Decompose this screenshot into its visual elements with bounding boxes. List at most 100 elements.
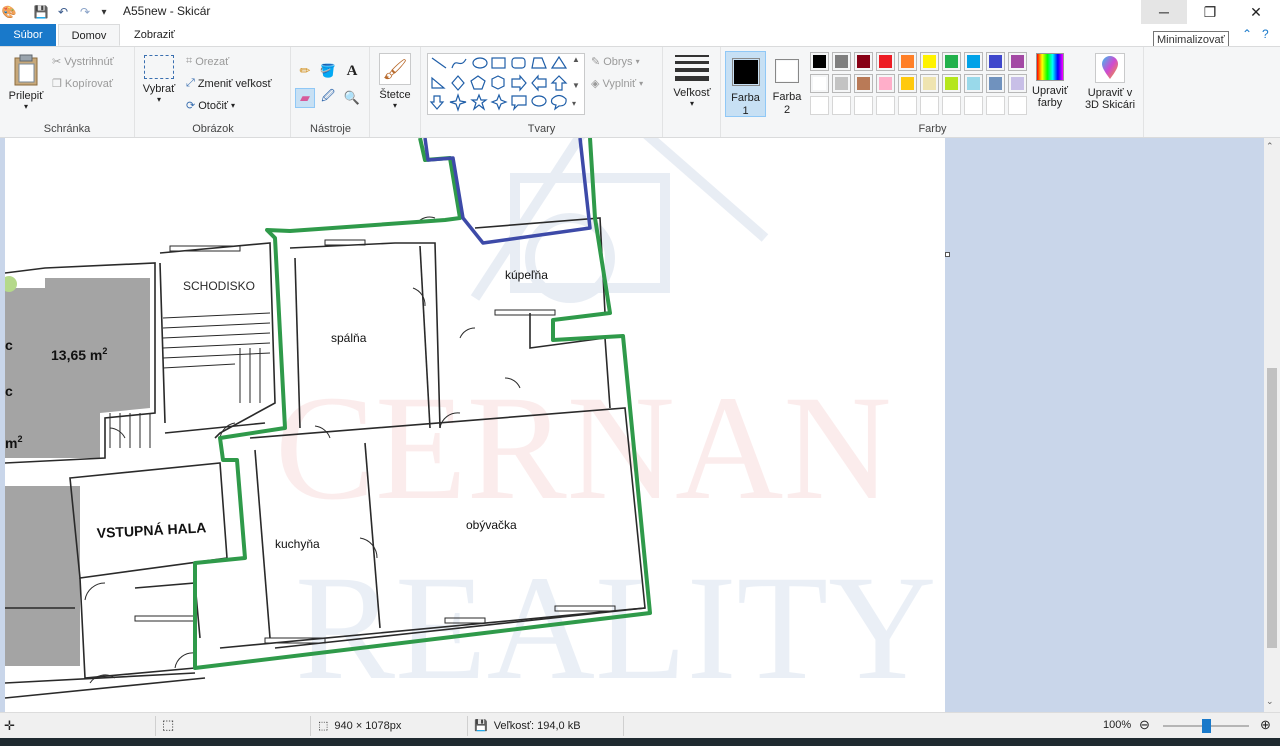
paint3d-icon bbox=[1095, 53, 1125, 83]
collapse-ribbon-icon[interactable]: ⌃ bbox=[1242, 27, 1252, 41]
color2-number: 2 bbox=[783, 104, 791, 116]
palette-color-swatch[interactable] bbox=[920, 52, 939, 71]
shapes-scroll-up-icon[interactable]: ▲ bbox=[572, 55, 580, 64]
scissors-icon: ✂ bbox=[52, 56, 62, 68]
paint-app-icon[interactable]: 🎨 bbox=[0, 3, 18, 21]
paste-icon bbox=[14, 54, 38, 86]
palette-color-swatch[interactable] bbox=[986, 52, 1005, 71]
palette-color-swatch[interactable] bbox=[898, 74, 917, 93]
disk-icon: 💾 bbox=[474, 720, 488, 732]
rotate-dropdown-icon: ▾ bbox=[231, 101, 236, 110]
vertical-scrollbar[interactable]: ⌃ ⌄ bbox=[1264, 138, 1280, 712]
palette-color-swatch[interactable] bbox=[832, 52, 851, 71]
restore-button[interactable]: ❐ bbox=[1187, 0, 1233, 24]
rotate-button[interactable]: ⟳ Otočiť ▾ bbox=[186, 99, 236, 113]
scroll-up-icon[interactable]: ⌃ bbox=[1266, 141, 1274, 152]
ribbon: Prilepiť ▾ ✂ Vystrihnúť ❐ Kopírovať Schr… bbox=[0, 46, 1280, 138]
fill-bucket-icon[interactable]: 🪣 bbox=[318, 61, 338, 81]
palette-color-swatch[interactable] bbox=[810, 52, 829, 71]
resize-button[interactable]: ⤢ Zmeniť veľkosť bbox=[186, 77, 272, 90]
zoom-in-icon[interactable]: ⊕ bbox=[1260, 717, 1271, 733]
palette-empty-swatch[interactable] bbox=[964, 96, 983, 115]
customize-toolbar-icon[interactable]: ▾ bbox=[95, 3, 113, 21]
windows-taskbar bbox=[0, 738, 1280, 746]
minimize-button[interactable]: ─ bbox=[1141, 0, 1187, 24]
text-tool-icon[interactable]: A bbox=[342, 61, 362, 81]
palette-color-swatch[interactable] bbox=[854, 52, 873, 71]
cut-button[interactable]: ✂ Vystrihnúť bbox=[52, 55, 114, 69]
canvas-resize-handle[interactable] bbox=[945, 252, 950, 257]
label-kuchyna: kuchyňa bbox=[275, 537, 320, 551]
shapes-expand-icon[interactable]: ▾ bbox=[572, 99, 576, 108]
eraser-icon[interactable]: ▰ bbox=[295, 88, 315, 108]
color1-button[interactable]: Farba 1 bbox=[725, 51, 766, 117]
image-dimensions-icon: ⬚ bbox=[318, 720, 329, 732]
palette-empty-swatch[interactable] bbox=[986, 96, 1005, 115]
drawing-canvas[interactable]: CERNAN REALITY SCHODISKO kúpeľňa spálňa … bbox=[5, 138, 945, 712]
palette-empty-swatch[interactable] bbox=[810, 96, 829, 115]
select-dropdown-icon[interactable]: ▾ bbox=[142, 95, 176, 104]
save-icon[interactable]: 💾 bbox=[32, 3, 50, 21]
palette-empty-swatch[interactable] bbox=[1008, 96, 1027, 115]
close-button[interactable]: ✕ bbox=[1233, 0, 1279, 24]
shapes-group-label: Tvary bbox=[527, 123, 556, 135]
paste-button[interactable]: Prilepiť ▾ bbox=[6, 53, 46, 111]
brushes-button[interactable]: 🖌 Štetce ▾ bbox=[376, 53, 414, 110]
tab-file[interactable]: Súbor bbox=[0, 24, 56, 46]
palette-empty-swatch[interactable] bbox=[854, 96, 873, 115]
undo-icon[interactable]: ↶ bbox=[54, 3, 72, 21]
palette-color-swatch[interactable] bbox=[1008, 74, 1027, 93]
help-icon[interactable]: ? bbox=[1262, 27, 1269, 41]
palette-color-swatch[interactable] bbox=[876, 74, 895, 93]
palette-color-swatch[interactable] bbox=[920, 74, 939, 93]
zoom-slider-knob[interactable] bbox=[1202, 719, 1211, 733]
magnifier-icon[interactable]: 🔍 bbox=[342, 88, 362, 108]
edit-colors-button[interactable]: Upraviť farby bbox=[1030, 53, 1070, 109]
canvas-workspace[interactable]: CERNAN REALITY SCHODISKO kúpeľňa spálňa … bbox=[0, 138, 1264, 712]
zoom-out-icon[interactable]: ⊖ bbox=[1139, 717, 1150, 733]
file-size-text: Veľkosť: 194,0 kB bbox=[493, 719, 581, 732]
scroll-down-icon[interactable]: ⌄ bbox=[1266, 696, 1274, 707]
pencil-icon[interactable]: ✏ bbox=[295, 61, 315, 81]
palette-empty-swatch[interactable] bbox=[876, 96, 895, 115]
outline-button[interactable]: ✎ Obrys ▾ bbox=[591, 55, 640, 69]
palette-empty-swatch[interactable] bbox=[942, 96, 961, 115]
watermark-line1: CERNAN bbox=[275, 365, 892, 531]
gray-room-upper bbox=[5, 278, 150, 458]
palette-color-swatch[interactable] bbox=[1008, 52, 1027, 71]
palette-color-swatch[interactable] bbox=[832, 74, 851, 93]
zoom-slider[interactable] bbox=[1163, 719, 1249, 733]
palette-color-swatch[interactable] bbox=[942, 52, 961, 71]
label-edge-c2: c bbox=[5, 383, 13, 399]
fill-button[interactable]: ◈ Vyplniť ▾ bbox=[591, 77, 643, 91]
tab-home[interactable]: Domov bbox=[58, 24, 120, 46]
color2-button[interactable]: Farba 2 bbox=[769, 51, 805, 117]
scrollbar-thumb[interactable] bbox=[1267, 368, 1277, 648]
redo-icon[interactable]: ↷ bbox=[76, 3, 94, 21]
palette-color-swatch[interactable] bbox=[964, 52, 983, 71]
palette-color-swatch[interactable] bbox=[964, 74, 983, 93]
palette-empty-swatch[interactable] bbox=[898, 96, 917, 115]
crop-button[interactable]: ⌗ Orezať bbox=[186, 55, 229, 68]
shapes-gallery[interactable] bbox=[427, 53, 585, 115]
crop-label: Orezať bbox=[195, 55, 230, 68]
select-button[interactable]: Vybrať ▾ bbox=[142, 55, 176, 104]
palette-empty-swatch[interactable] bbox=[920, 96, 939, 115]
tab-view[interactable]: Zobraziť bbox=[122, 24, 187, 46]
palette-color-swatch[interactable] bbox=[810, 74, 829, 93]
palette-color-swatch[interactable] bbox=[898, 52, 917, 71]
color-picker-icon[interactable]: 🖉 bbox=[318, 88, 338, 108]
palette-color-swatch[interactable] bbox=[986, 74, 1005, 93]
palette-empty-swatch[interactable] bbox=[832, 96, 851, 115]
palette-color-swatch[interactable] bbox=[854, 74, 873, 93]
select-icon bbox=[144, 55, 174, 79]
gray-room-lower bbox=[5, 486, 80, 666]
size-button[interactable]: Veľkosť ▾ bbox=[672, 55, 712, 108]
copy-button[interactable]: ❐ Kopírovať bbox=[52, 77, 113, 91]
paste-dropdown-icon[interactable]: ▾ bbox=[6, 102, 46, 111]
shapes-scroll-down-icon[interactable]: ▼ bbox=[572, 81, 580, 90]
palette-color-swatch[interactable] bbox=[876, 52, 895, 71]
paint3d-button[interactable]: Upraviť v 3D Skicári bbox=[1081, 53, 1139, 111]
palette-color-swatch[interactable] bbox=[942, 74, 961, 93]
resize-label: Zmeniť veľkosť bbox=[197, 77, 272, 90]
